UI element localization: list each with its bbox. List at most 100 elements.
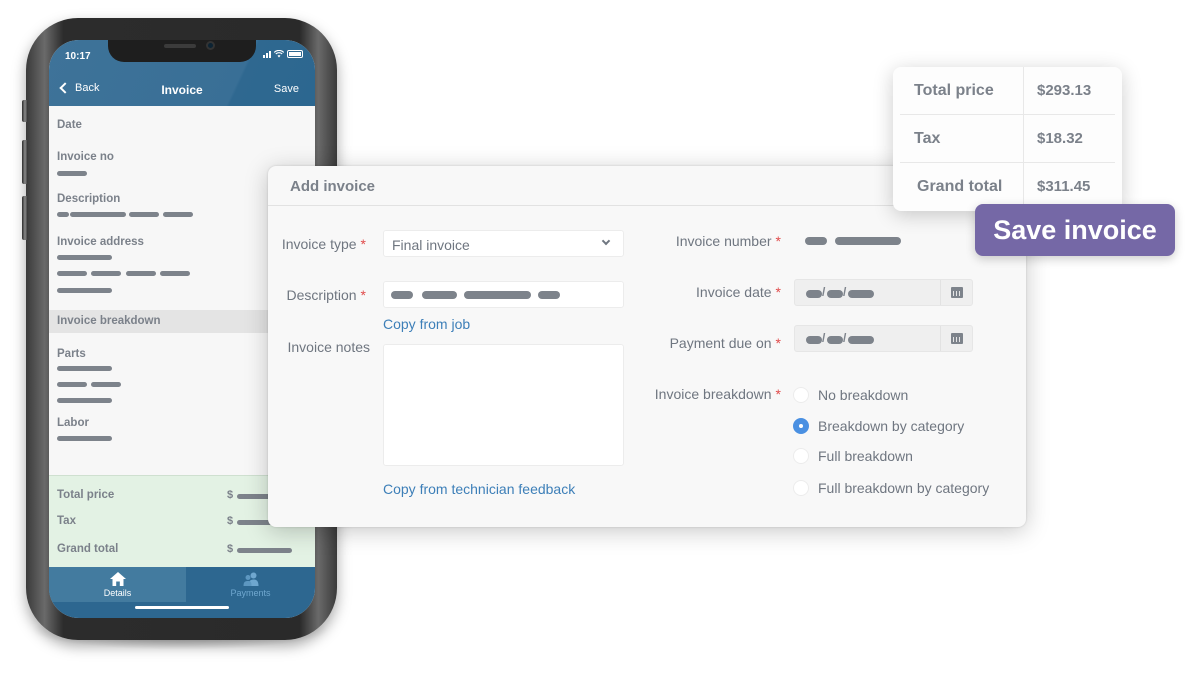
total-price-value: $293.13 <box>1037 82 1092 99</box>
breakdown-section-label: Invoice breakdown <box>57 315 161 327</box>
phone-save-button[interactable]: Save <box>274 83 299 95</box>
grand-total-label: Grand total <box>917 178 1003 195</box>
redacted-year <box>848 336 874 344</box>
chevron-down-icon <box>601 236 611 246</box>
payment-due-label: Payment due on * <box>670 335 781 351</box>
invoice-type-value: Final invoice <box>392 237 470 253</box>
invoice-date-calendar-button[interactable] <box>940 280 972 305</box>
date-label: Date <box>57 119 82 131</box>
invoice-date-label: Invoice date * <box>696 284 781 300</box>
required-marker: * <box>775 335 781 351</box>
redacted-day <box>827 290 843 298</box>
home-icon <box>109 572 126 586</box>
radio-label: No breakdown <box>818 387 909 403</box>
redacted-value <box>57 255 112 260</box>
payment-due-input[interactable]: / / <box>794 325 973 352</box>
radio-label: Breakdown by category <box>818 418 965 434</box>
payment-due-label-text: Payment due on <box>669 335 772 351</box>
redacted-year <box>848 290 874 298</box>
add-invoice-dialog: Add invoice Invoice type * Final invoice … <box>268 166 1026 527</box>
status-time: 10:17 <box>65 51 91 62</box>
phone-volume-down-button <box>22 196 28 240</box>
redacted-month <box>806 336 822 344</box>
date-separator: / <box>822 331 826 345</box>
totals-row-tax: Tax $18.32 <box>900 115 1115 163</box>
total-price-label: Total price <box>914 82 994 99</box>
tax-value: $18.32 <box>1037 130 1083 147</box>
redacted-value <box>129 212 159 217</box>
currency-symbol: $ <box>227 515 234 527</box>
radio-full-breakdown[interactable]: Full breakdown <box>793 448 913 464</box>
invoice-notes-label: Invoice notes <box>287 339 371 355</box>
payment-due-calendar-button[interactable] <box>940 326 972 351</box>
phone-volume-up-button <box>22 140 28 184</box>
redacted-value <box>422 291 457 299</box>
radio-no-breakdown[interactable]: No breakdown <box>793 387 908 403</box>
battery-icon <box>287 50 303 58</box>
redacted-value <box>126 271 156 276</box>
redacted-value <box>57 271 87 276</box>
totals-summary-card: Total price $293.13 Tax $18.32 Grand tot… <box>893 67 1122 211</box>
description-label: Description <box>57 193 121 205</box>
date-separator: / <box>843 285 847 299</box>
redacted-value <box>160 271 190 276</box>
radio-full-breakdown-by-category[interactable]: Full breakdown by category <box>793 480 989 496</box>
radio-breakdown-by-category[interactable]: Breakdown by category <box>793 418 964 434</box>
wifi-icon <box>274 50 284 58</box>
redacted-value <box>57 171 87 176</box>
phone-tab-bar: Details Payments <box>49 567 315 618</box>
invoice-no-label: Invoice no <box>57 151 114 163</box>
tax-label: Tax <box>57 515 76 527</box>
phone-notch <box>108 40 256 62</box>
radio-button[interactable] <box>793 387 809 403</box>
redacted-value <box>57 382 87 387</box>
redacted-month <box>806 290 822 298</box>
status-icons <box>263 50 303 58</box>
tab-details[interactable]: Details <box>49 567 186 602</box>
parts-label: Parts <box>57 348 86 360</box>
invoice-breakdown-label: Invoice breakdown * <box>655 386 781 402</box>
description-input[interactable] <box>383 281 624 308</box>
description-label: Description * <box>287 287 366 303</box>
currency-symbol: $ <box>227 489 234 501</box>
radio-button[interactable] <box>793 448 809 464</box>
description-label-text: Description <box>286 287 357 303</box>
radio-label: Full breakdown <box>818 448 913 464</box>
date-separator: / <box>822 285 826 299</box>
calendar-icon <box>951 333 963 344</box>
invoice-number-label-text: Invoice number <box>675 233 772 249</box>
redacted-value <box>464 291 531 299</box>
grand-total-label: Grand total <box>57 543 119 555</box>
redacted-value <box>391 291 413 299</box>
totals-row-total-price: Total price $293.13 <box>900 67 1115 115</box>
calendar-icon <box>951 287 963 298</box>
save-invoice-button[interactable]: Save invoice <box>975 204 1175 256</box>
redacted-value <box>237 548 292 553</box>
tax-label: Tax <box>914 130 941 147</box>
signal-icon <box>263 50 271 58</box>
users-icon <box>243 572 258 586</box>
redacted-value <box>70 212 126 217</box>
copy-from-job-link[interactable]: Copy from job <box>383 316 470 332</box>
copy-from-technician-feedback-link[interactable]: Copy from technician feedback <box>383 481 575 497</box>
invoice-type-label: Invoice type * <box>282 236 366 252</box>
phone-mute-switch <box>22 100 28 122</box>
date-separator: / <box>843 331 847 345</box>
radio-button-selected[interactable] <box>793 418 809 434</box>
redacted-value <box>91 382 121 387</box>
redacted-value <box>163 212 193 217</box>
required-marker: * <box>775 233 781 249</box>
phone-camera <box>206 41 215 50</box>
redacted-value <box>57 366 112 371</box>
tab-payments[interactable]: Payments <box>186 567 315 602</box>
invoice-breakdown-label-text: Invoice breakdown <box>654 386 772 402</box>
invoice-type-label-text: Invoice type <box>281 236 357 252</box>
invoice-date-input[interactable]: / / <box>794 279 973 306</box>
tab-details-label: Details <box>103 588 132 598</box>
invoice-type-select[interactable]: Final invoice <box>383 230 624 257</box>
radio-button[interactable] <box>793 480 809 496</box>
invoice-notes-textarea[interactable] <box>383 344 624 466</box>
required-marker: * <box>360 287 366 303</box>
labor-label: Labor <box>57 417 89 429</box>
invoice-number-label: Invoice number * <box>676 233 781 249</box>
